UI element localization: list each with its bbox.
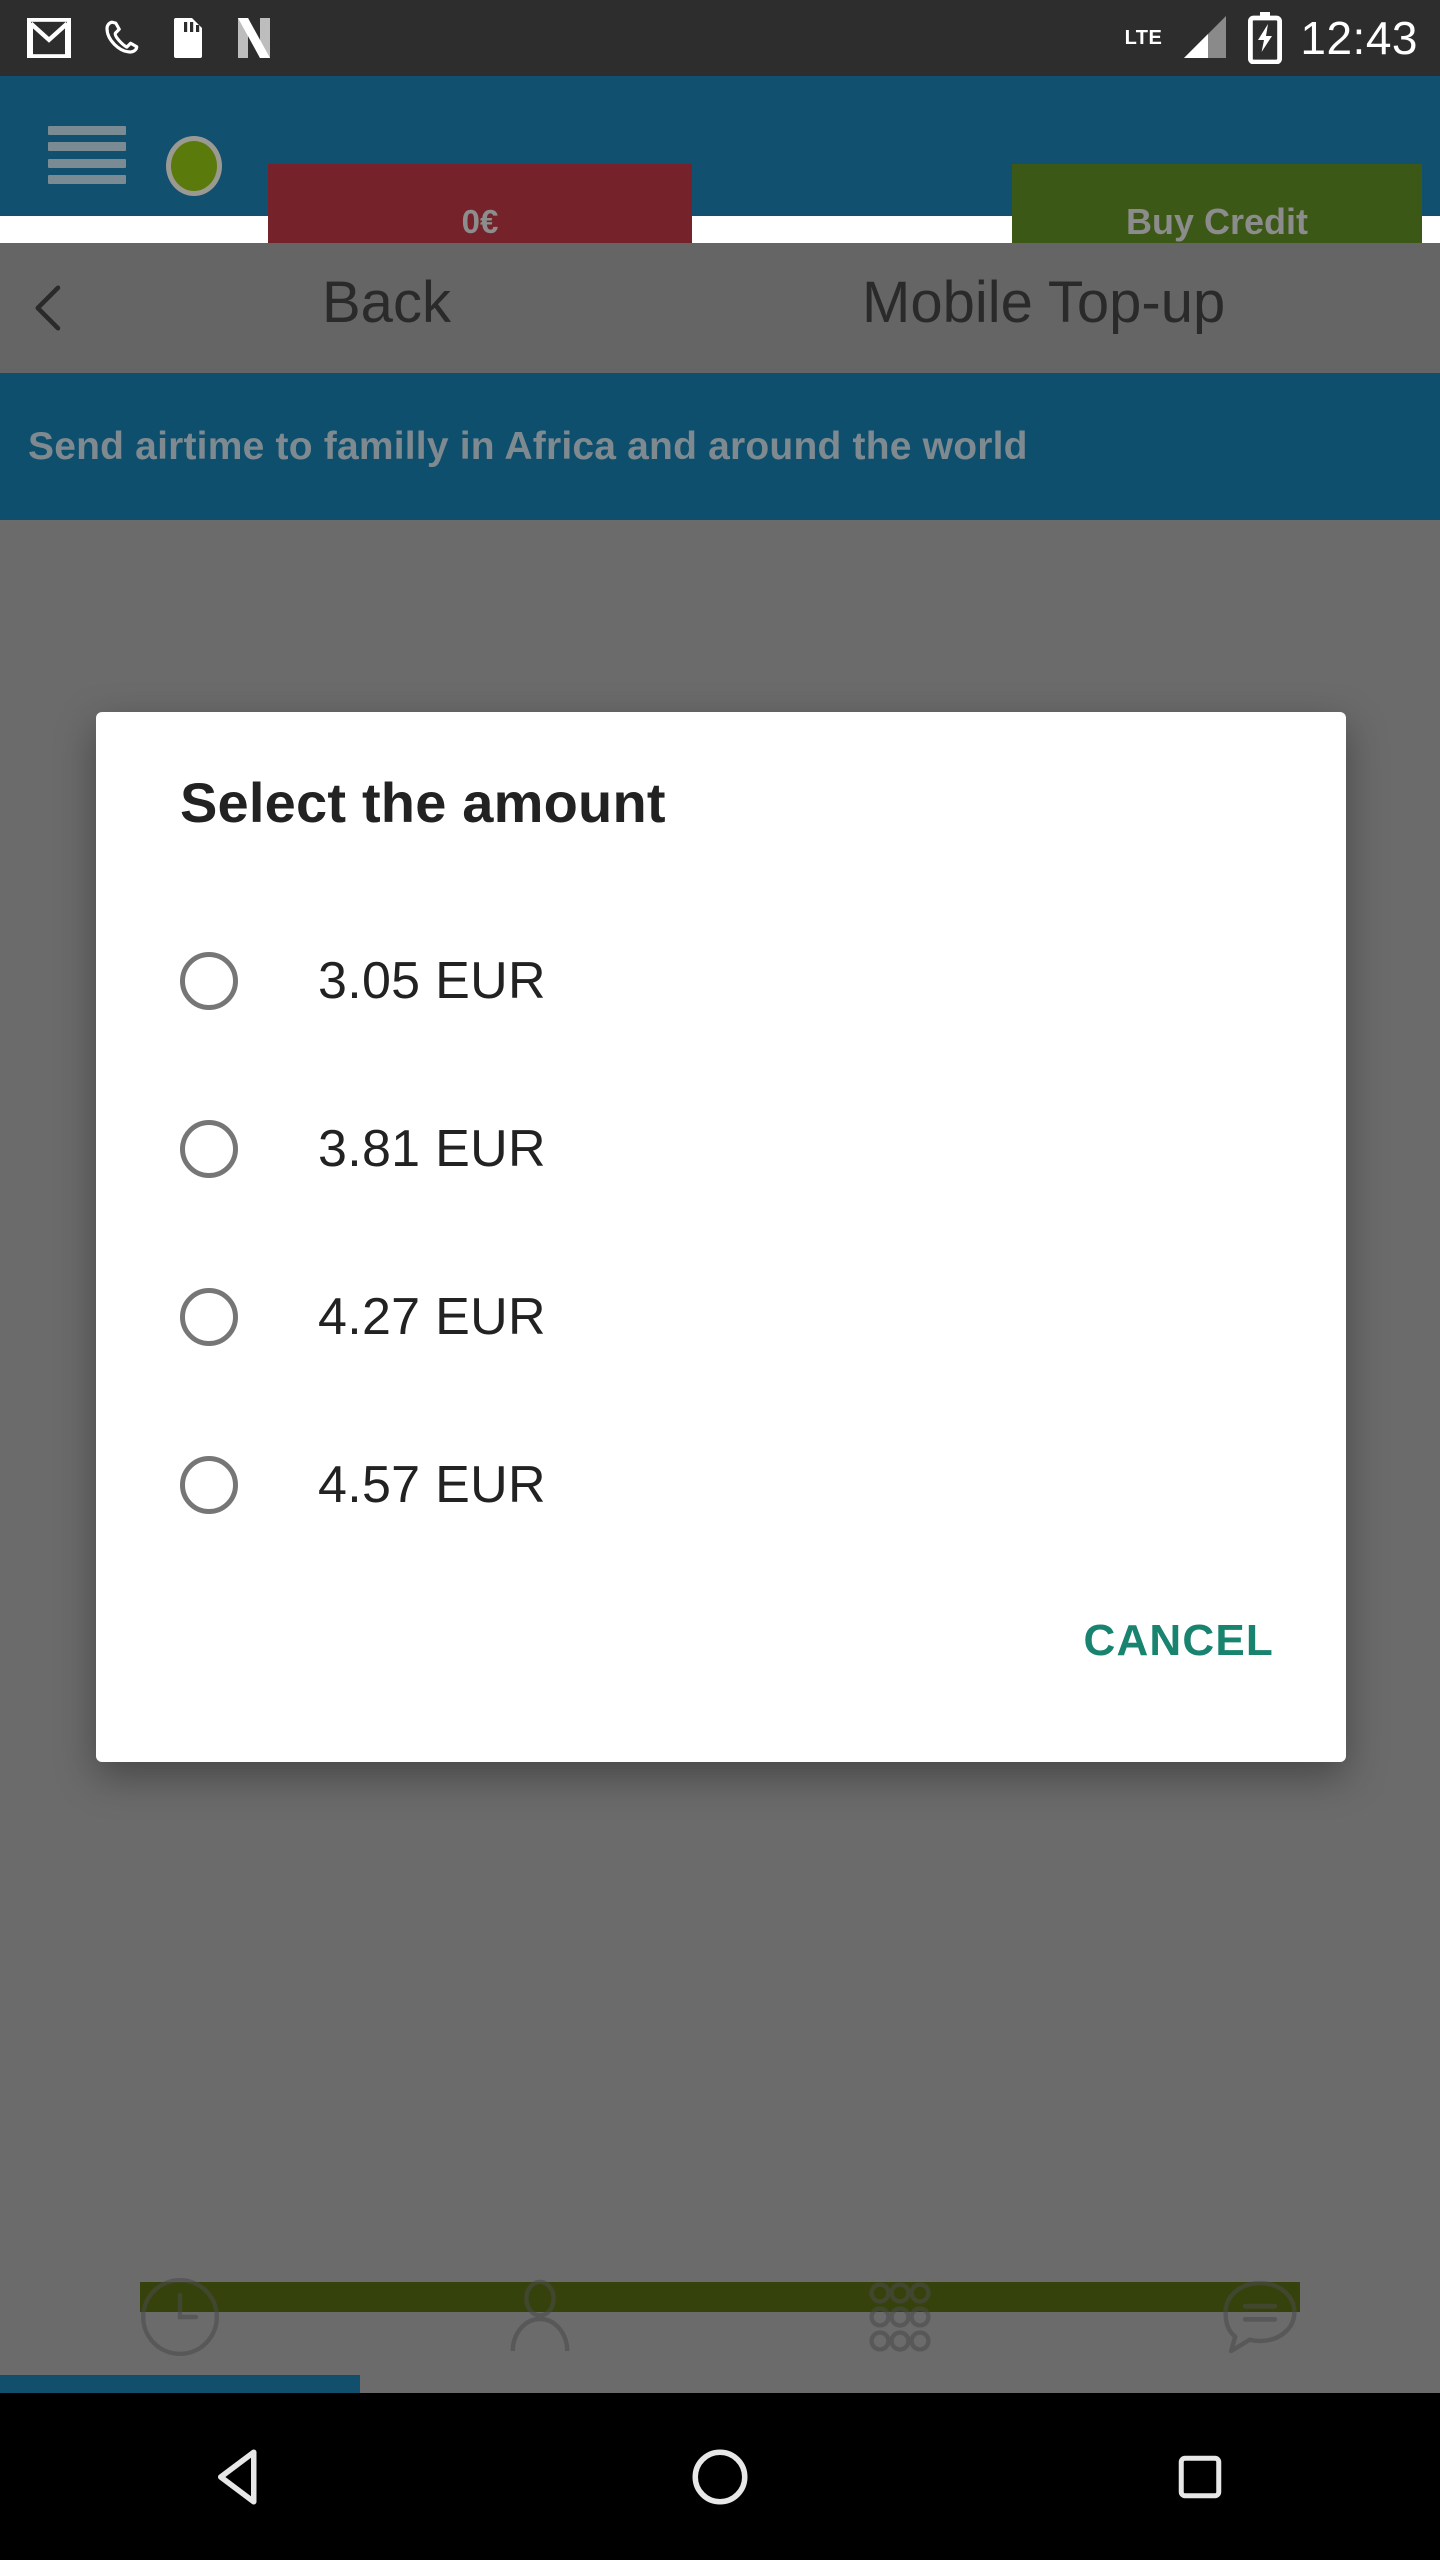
gmail-icon	[27, 18, 71, 58]
amount-option-label: 3.05 EUR	[318, 952, 546, 1010]
amount-options-list: 3.05 EUR 3.81 EUR 4.27 EUR 4.57 EUR	[96, 897, 1346, 1569]
phone-call-icon	[105, 20, 139, 54]
list-item[interactable]: 3.81 EUR	[96, 1065, 1346, 1233]
amount-option-label: 4.27 EUR	[318, 1288, 546, 1346]
status-bar: LTE 12:43	[0, 0, 1440, 76]
dialog-action-row: CANCEL	[1083, 1616, 1274, 1666]
select-amount-dialog: Select the amount 3.05 EUR 3.81 EUR 4.27…	[96, 712, 1346, 1762]
network-type-label: LTE	[1124, 27, 1163, 49]
radio-button[interactable]	[180, 1120, 238, 1178]
amount-option-label: 4.57 EUR	[318, 1456, 546, 1514]
amount-option-label: 3.81 EUR	[318, 1120, 546, 1178]
dialog-title: Select the amount	[180, 771, 666, 834]
battery-charging-icon	[1248, 12, 1283, 64]
radio-button[interactable]	[180, 952, 238, 1010]
android-back-button[interactable]	[0, 2444, 480, 2510]
android-navigation-bar	[0, 2393, 1440, 2560]
cancel-button[interactable]: CANCEL	[1083, 1616, 1274, 1666]
status-bar-clock: 12:43	[1300, 12, 1418, 64]
phone-screen: LTE 12:43 0€ Buy Credit Back Mobile Top-…	[0, 0, 1440, 2560]
android-recents-button[interactable]	[960, 2447, 1440, 2507]
radio-button[interactable]	[180, 1456, 238, 1514]
signal-bars-icon	[1184, 16, 1227, 58]
network-type-indicator: LTE	[1125, 28, 1163, 48]
netflix-icon	[238, 18, 270, 58]
radio-button[interactable]	[180, 1288, 238, 1346]
status-bar-notification-icons	[0, 16, 274, 60]
android-home-icon	[692, 2449, 748, 2504]
list-item[interactable]: 3.05 EUR	[96, 897, 1346, 1065]
android-back-icon	[218, 2449, 257, 2504]
android-home-button[interactable]	[480, 2444, 960, 2510]
android-recents-icon	[1178, 2455, 1222, 2498]
list-item[interactable]: 4.27 EUR	[96, 1233, 1346, 1401]
sim-card-icon	[174, 18, 202, 58]
status-bar-system-icons: LTE 12:43	[1125, 0, 1418, 76]
list-item[interactable]: 4.57 EUR	[96, 1401, 1346, 1569]
